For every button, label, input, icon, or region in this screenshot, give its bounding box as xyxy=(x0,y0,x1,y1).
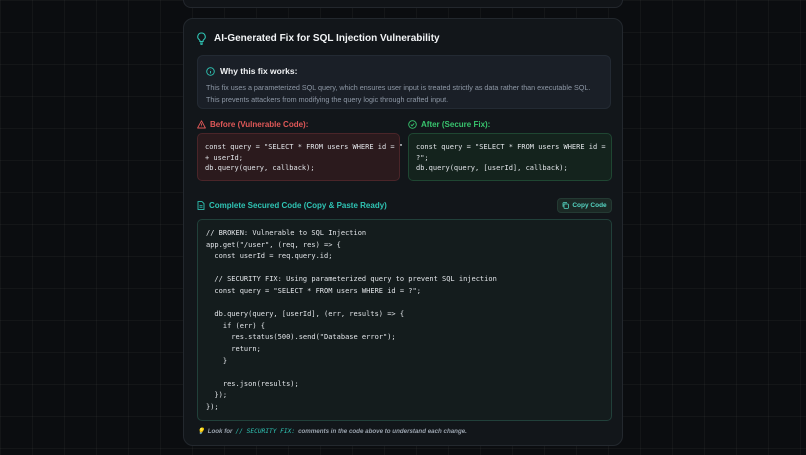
before-code: const query = "SELECT * FROM users WHERE… xyxy=(197,133,403,181)
lightbulb-icon xyxy=(196,32,207,45)
copy-icon xyxy=(562,202,570,209)
after-code: const query = "SELECT * FROM users WHERE… xyxy=(408,133,612,181)
why-panel: Why this fix works: This fix uses a para… xyxy=(197,55,611,109)
copy-code-button[interactable]: Copy Code xyxy=(557,198,612,213)
why-heading: Why this fix works: xyxy=(206,66,297,76)
tip-suffix: comments in the code above to understand… xyxy=(298,427,467,435)
after-label-text: After (Secure Fix): xyxy=(421,120,491,129)
previous-card xyxy=(183,0,623,8)
before-label: Before (Vulnerable Code): xyxy=(197,120,308,129)
tip-prefix: Look for xyxy=(207,427,233,435)
fix-card: AI-Generated Fix for SQL Injection Vulne… xyxy=(183,18,623,446)
info-icon xyxy=(206,66,215,76)
warning-triangle-icon xyxy=(197,120,206,129)
after-label: After (Secure Fix): xyxy=(408,120,490,129)
check-circle-icon xyxy=(408,120,417,129)
before-label-text: Before (Vulnerable Code): xyxy=(210,120,309,129)
why-heading-text: Why this fix works: xyxy=(220,66,298,76)
card-title: AI-Generated Fix for SQL Injection Vulne… xyxy=(196,32,440,45)
copy-code-button-label: Copy Code xyxy=(572,202,607,209)
complete-code-block[interactable]: // BROKEN: Vulnerable to SQL Injection a… xyxy=(197,219,612,421)
document-icon xyxy=(197,201,205,210)
tip-code: // SECURITY FIX: xyxy=(235,427,296,435)
complete-code-label: Complete Secured Code (Copy & Paste Read… xyxy=(197,201,387,210)
why-description: This fix uses a parameterized SQL query,… xyxy=(206,83,591,104)
tip-lightbulb-icon: 💡 xyxy=(197,428,205,435)
card-title-text: AI-Generated Fix for SQL Injection Vulne… xyxy=(214,33,440,44)
tip-note: 💡 Look for // SECURITY FIX: comments in … xyxy=(197,427,467,436)
complete-code-label-text: Complete Secured Code (Copy & Paste Read… xyxy=(209,201,387,210)
